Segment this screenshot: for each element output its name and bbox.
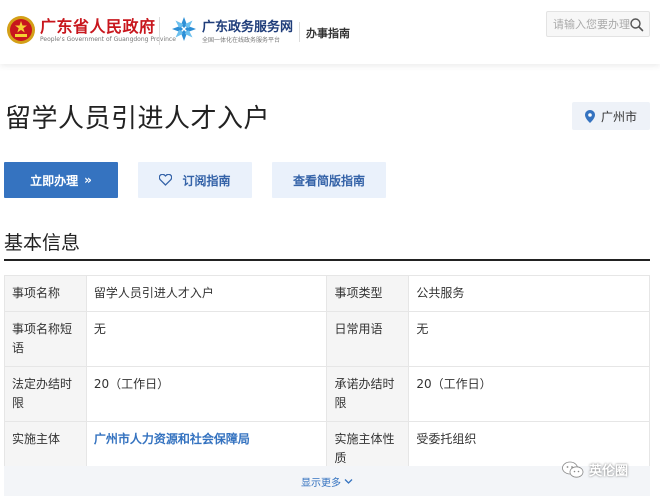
double-chevron-right-icon: »: [84, 173, 92, 187]
table-row: 事项名称 留学人员引进人才入户 事项类型 公共服务: [4, 275, 650, 312]
heart-icon: [159, 174, 173, 186]
cell-value: 无: [85, 311, 328, 367]
basic-info-table: 事项名称 留学人员引进人才入户 事项类型 公共服务 事项名称短语 无 日常用语 …: [4, 275, 650, 477]
nav-guide[interactable]: 办事指南: [306, 25, 350, 41]
gov-name[interactable]: 广东省人民政府: [40, 13, 156, 37]
cell-value: 20（工作日）: [408, 366, 650, 422]
header-divider: [159, 17, 160, 45]
implementing-agency-link[interactable]: 广州市人力资源和社会保障局: [94, 432, 250, 446]
search-input[interactable]: [553, 16, 631, 32]
location-pin-icon: [584, 109, 595, 123]
apply-now-button[interactable]: 立即办理 »: [4, 162, 118, 198]
section-divider: [4, 259, 650, 261]
service-name[interactable]: 广东政务服务网: [202, 16, 293, 35]
page-title: 留学人员引进人才入户: [5, 104, 271, 134]
cell-label: 承诺办结时限: [326, 366, 410, 422]
search-box[interactable]: [546, 11, 650, 37]
national-emblem-icon[interactable]: [6, 15, 36, 45]
gov-name-en: People's Government of Guangdong Provinc…: [40, 36, 176, 43]
cell-value: 公共服务: [408, 275, 650, 312]
watermark: 英伦圈: [562, 460, 628, 479]
chevron-down-icon: [344, 478, 353, 484]
service-logo-icon[interactable]: [171, 16, 197, 42]
apply-now-label: 立即办理: [30, 173, 79, 188]
city-selector[interactable]: 广州市: [572, 102, 650, 130]
cell-value: 留学人员引进人才入户: [85, 275, 328, 312]
site-header: 广东省人民政府 People's Government of Guangdong…: [0, 0, 660, 64]
view-simple-guide-button[interactable]: 查看简版指南: [272, 162, 386, 198]
cell-value: 无: [408, 311, 650, 367]
cell-label: 法定办结时限: [4, 366, 87, 422]
cell-label: 日常用语: [326, 311, 410, 367]
show-more-label: 显示更多: [301, 477, 341, 489]
cell-label: 事项名称: [4, 275, 87, 312]
search-icon[interactable]: [629, 17, 644, 32]
wechat-icon: [562, 461, 584, 478]
cell-label: 事项名称短语: [4, 311, 87, 367]
header-divider: [299, 22, 300, 42]
view-simple-guide-label: 查看简版指南: [292, 173, 365, 188]
city-label: 广州市: [600, 109, 637, 124]
table-row: 事项名称短语 无 日常用语 无: [4, 311, 650, 367]
section-title-basic-info: 基本信息: [4, 232, 81, 254]
watermark-text: 英伦圈: [589, 464, 629, 479]
cell-label: 事项类型: [326, 275, 410, 312]
service-subtitle: 全国一体化在线政务服务平台: [202, 37, 281, 44]
subscribe-guide-button[interactable]: 订阅指南: [138, 162, 252, 198]
table-row: 法定办结时限 20（工作日） 承诺办结时限 20（工作日）: [4, 366, 650, 422]
subscribe-guide-label: 订阅指南: [182, 173, 231, 188]
show-more-button[interactable]: 显示更多: [4, 466, 650, 496]
cell-value: 20（工作日）: [85, 366, 328, 422]
